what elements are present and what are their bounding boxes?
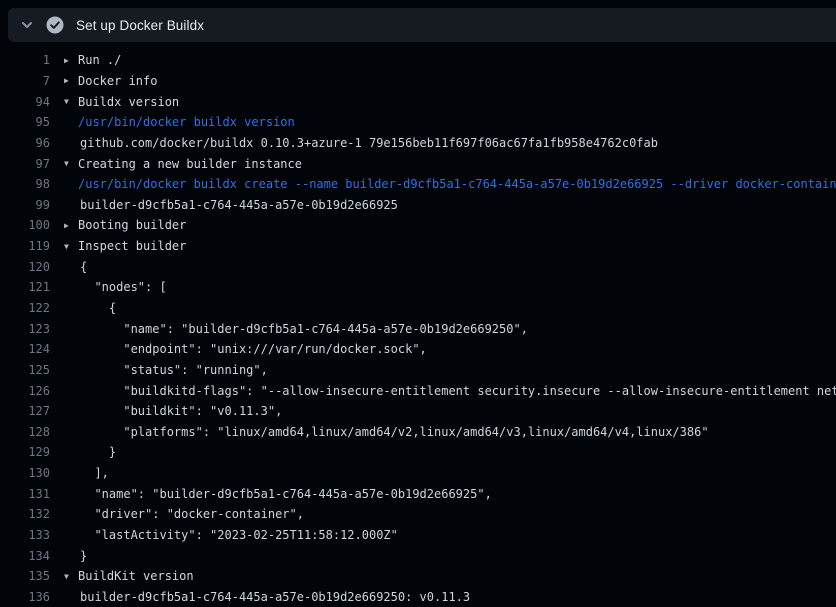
- log-line-text: builder-d9cfb5a1-c764-445a-a57e-0b19d2e6…: [78, 198, 836, 212]
- log-line-text: {: [78, 301, 836, 315]
- line-number[interactable]: 133: [0, 528, 50, 542]
- log-line[interactable]: 100 ▶ Booting builder: [0, 215, 836, 236]
- log-line-text: "name": "builder-d9cfb5a1-c764-445a-a57e…: [78, 487, 836, 501]
- step-title: Set up Docker Buildx: [76, 18, 204, 33]
- log-line-text: "status": "running",: [78, 363, 836, 377]
- log-line: 126 "buildkitd-flags": "--allow-insecure…: [0, 380, 836, 401]
- expander-triangle-icon: ▶: [64, 76, 78, 85]
- line-number[interactable]: 97: [0, 157, 50, 171]
- line-number[interactable]: 7: [0, 74, 50, 88]
- expander-triangle-icon: ▶: [64, 56, 78, 65]
- line-number[interactable]: 96: [0, 136, 50, 150]
- log-line-text: Docker info: [78, 74, 836, 88]
- log-line-text: {: [78, 260, 836, 274]
- line-number[interactable]: 1: [0, 53, 50, 67]
- log-line[interactable]: 135 ▼ BuildKit version: [0, 566, 836, 587]
- expander-triangle-icon: ▼: [64, 97, 78, 106]
- log-line[interactable]: 97 ▼ Creating a new builder instance: [0, 153, 836, 174]
- log-line[interactable]: 1 ▶ Run ./: [0, 50, 836, 71]
- log-line[interactable]: 119 ▼ Inspect builder: [0, 236, 836, 257]
- log-line-text: "lastActivity": "2023-02-25T11:58:12.000…: [78, 528, 836, 542]
- line-number[interactable]: 126: [0, 384, 50, 398]
- line-number[interactable]: 125: [0, 363, 50, 377]
- step-header[interactable]: Set up Docker Buildx: [8, 8, 836, 42]
- log-line-text: }: [78, 549, 836, 563]
- log-line[interactable]: 94 ▼ Buildx version: [0, 91, 836, 112]
- log-line: 129 }: [0, 442, 836, 463]
- line-number[interactable]: 136: [0, 590, 50, 604]
- line-number[interactable]: 132: [0, 507, 50, 521]
- line-number[interactable]: 130: [0, 466, 50, 480]
- log-line-text: BuildKit version: [78, 569, 836, 583]
- log-line: 133 "lastActivity": "2023-02-25T11:58:12…: [0, 525, 836, 546]
- log-line-text: /usr/bin/docker buildx version: [78, 115, 836, 129]
- log-line-text: github.com/docker/buildx 0.10.3+azure-1 …: [78, 136, 836, 150]
- line-number[interactable]: 129: [0, 445, 50, 459]
- expander-triangle-icon: ▼: [64, 159, 78, 168]
- line-number[interactable]: 123: [0, 322, 50, 336]
- log-line: 125 "status": "running",: [0, 360, 836, 381]
- log-line-text: Run ./: [78, 53, 836, 67]
- log-line-text: builder-d9cfb5a1-c764-445a-a57e-0b19d2e6…: [78, 590, 836, 604]
- log-line-text: Inspect builder: [78, 239, 836, 253]
- log-line: 128 "platforms": "linux/amd64,linux/amd6…: [0, 422, 836, 443]
- line-number[interactable]: 122: [0, 301, 50, 315]
- log-line-text: Creating a new builder instance: [78, 157, 836, 171]
- log-line: 99 builder-d9cfb5a1-c764-445a-a57e-0b19d…: [0, 194, 836, 215]
- log-line: 127 "buildkit": "v0.11.3",: [0, 401, 836, 422]
- line-number[interactable]: 119: [0, 239, 50, 253]
- line-number[interactable]: 120: [0, 260, 50, 274]
- log-line: 121 "nodes": [: [0, 277, 836, 298]
- line-number[interactable]: 99: [0, 198, 50, 212]
- log-line-text: Booting builder: [78, 218, 836, 232]
- log-line: 96 github.com/docker/buildx 0.10.3+azure…: [0, 133, 836, 154]
- log-line: 131 "name": "builder-d9cfb5a1-c764-445a-…: [0, 483, 836, 504]
- expander-triangle-icon: ▼: [64, 242, 78, 251]
- log-line-text: "endpoint": "unix:///var/run/docker.sock…: [78, 342, 836, 356]
- log-line: 132 "driver": "docker-container",: [0, 504, 836, 525]
- log-viewer: 1 ▶ Run ./ 7 ▶ Docker info 94 ▼ Buildx v…: [0, 50, 836, 604]
- expander-triangle-icon: ▶: [64, 221, 78, 230]
- check-circle-icon: [46, 16, 64, 34]
- log-line: 123 "name": "builder-d9cfb5a1-c764-445a-…: [0, 318, 836, 339]
- log-line: 130 ],: [0, 463, 836, 484]
- log-line-text: "driver": "docker-container",: [78, 507, 836, 521]
- log-line-text: "buildkitd-flags": "--allow-insecure-ent…: [78, 384, 836, 398]
- log-line: 124 "endpoint": "unix:///var/run/docker.…: [0, 339, 836, 360]
- log-line-text: Buildx version: [78, 95, 836, 109]
- log-line-text: }: [78, 445, 836, 459]
- log-line: 134 }: [0, 545, 836, 566]
- log-line[interactable]: 7 ▶ Docker info: [0, 71, 836, 92]
- line-number[interactable]: 94: [0, 95, 50, 109]
- line-number[interactable]: 128: [0, 425, 50, 439]
- log-line: 120 {: [0, 256, 836, 277]
- log-line: 95 /usr/bin/docker buildx version: [0, 112, 836, 133]
- line-number[interactable]: 135: [0, 569, 50, 583]
- log-line-text: "nodes": [: [78, 280, 836, 294]
- line-number[interactable]: 98: [0, 177, 50, 191]
- chevron-down-icon[interactable]: [20, 18, 34, 32]
- line-number[interactable]: 134: [0, 549, 50, 563]
- log-line-text: ],: [78, 466, 836, 480]
- log-line-text: "platforms": "linux/amd64,linux/amd64/v2…: [78, 425, 836, 439]
- line-number[interactable]: 127: [0, 404, 50, 418]
- line-number[interactable]: 131: [0, 487, 50, 501]
- expander-triangle-icon: ▼: [64, 572, 78, 581]
- line-number[interactable]: 124: [0, 342, 50, 356]
- line-number[interactable]: 100: [0, 218, 50, 232]
- log-line-text: "buildkit": "v0.11.3",: [78, 404, 836, 418]
- line-number[interactable]: 121: [0, 280, 50, 294]
- log-line-text: /usr/bin/docker buildx create --name bui…: [78, 177, 836, 191]
- line-number[interactable]: 95: [0, 115, 50, 129]
- log-line-text: "name": "builder-d9cfb5a1-c764-445a-a57e…: [78, 322, 836, 336]
- log-line: 98 /usr/bin/docker buildx create --name …: [0, 174, 836, 195]
- log-line: 122 {: [0, 298, 836, 319]
